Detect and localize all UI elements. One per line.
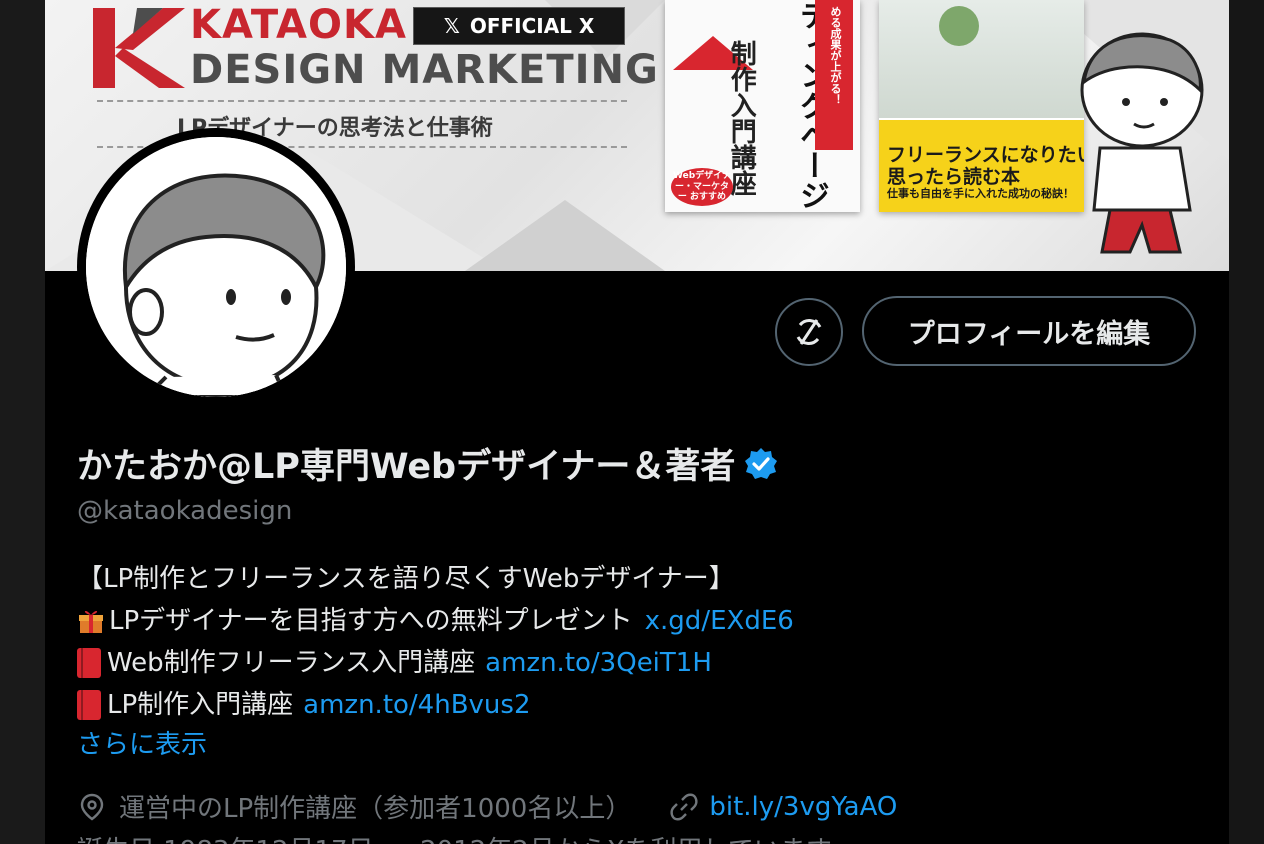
divider	[97, 100, 627, 102]
birthday-text: 誕生日 1983年12月17日	[77, 836, 374, 844]
bio-line: 【LP制作とフリーランスを語り尽くすWebデザイナー】	[77, 558, 794, 600]
joined-text: 2012年2月からXを利用しています	[420, 836, 832, 844]
location-pin-icon	[80, 793, 104, 820]
display-name: かたおか@LP専門Webデザイナー＆著者	[77, 447, 736, 487]
right-gutter	[1229, 0, 1264, 844]
book-cover-lp: 制作入門講座 ディングページ める成果が上がる！ Webデザイナー・マーケター …	[665, 0, 860, 212]
red-book-icon	[77, 690, 101, 720]
brand-title: KATAOKA	[190, 2, 407, 48]
bio-line: Web制作フリーランス入門講座 amzn.to/3QeiT1H	[77, 642, 794, 684]
kataoka-logo-icon	[93, 8, 185, 88]
official-x-badge: 𝕏 OFFICIAL X	[413, 7, 625, 45]
book-cover-freelance: フリーランスになりたい 思ったら読む本 仕事も自由を手に入れた成功の秘訣！	[879, 0, 1084, 212]
book-photo	[879, 0, 1084, 118]
bio-line: LP制作入門講座 amzn.to/4hBvus2	[77, 684, 794, 726]
profile-avatar[interactable]	[77, 128, 355, 406]
bio-line: LPデザイナーを目指す方への無料プレゼント x.gd/EXdE6	[77, 600, 794, 642]
avatar-face-icon	[86, 137, 346, 397]
plant-icon	[939, 6, 979, 46]
link-icon	[670, 793, 698, 820]
cancel-subscription-icon	[796, 319, 822, 345]
profile-page: KATAOKA 𝕏 OFFICIAL X DESIGN MARKETING LP…	[45, 0, 1229, 844]
avatar-image	[86, 137, 346, 397]
location-text: 運営中のLP制作講座（参加者1000名以上）	[119, 794, 632, 824]
gift-icon	[79, 610, 103, 633]
website-link[interactable]: bit.ly/3vgYaAO	[709, 792, 897, 822]
show-more-link[interactable]: さらに表示	[77, 724, 207, 761]
badge-label: OFFICIAL X	[469, 14, 595, 38]
bio-link-present[interactable]: x.gd/EXdE6	[645, 600, 794, 642]
bio-book1-text: Web制作フリーランス入門講座	[107, 648, 476, 678]
profile-meta-cutoff: 誕生日 1983年12月17日 2012年2月からXを利用しています	[77, 830, 832, 844]
screenshot-frame: KATAOKA 𝕏 OFFICIAL X DESIGN MARKETING LP…	[0, 0, 1264, 844]
subscription-button[interactable]	[775, 298, 843, 366]
bio-book2-text: LP制作入門講座	[107, 690, 294, 720]
brand-subtitle: DESIGN MARKETING	[190, 47, 659, 93]
edit-profile-button[interactable]: プロフィールを編集	[862, 296, 1196, 366]
bio-headline: 【LP制作とフリーランスを語り尽くすWebデザイナー】	[77, 564, 735, 594]
verified-badge-icon[interactable]	[743, 446, 779, 482]
left-gutter	[0, 0, 45, 844]
bio-gift-text: LPデザイナーを目指す方への無料プレゼント	[109, 606, 633, 636]
profile-bio: 【LP制作とフリーランスを語り尽くすWebデザイナー】 LPデザイナーを目指す方…	[77, 558, 794, 726]
user-handle: @kataokadesign	[77, 496, 293, 526]
profile-meta: 運営中のLP制作講座（参加者1000名以上） bit.ly/3vgYaAO	[77, 788, 897, 825]
display-name-row: かたおか@LP専門Webデザイナー＆著者	[77, 438, 779, 489]
book-strip: める成果が上がる！	[815, 0, 853, 150]
bio-link-book1[interactable]: amzn.to/3QeiT1H	[485, 642, 712, 684]
mascot-illustration-icon	[1080, 32, 1204, 254]
book-badge: Webデザイナー・マーケター おすすめ	[671, 168, 733, 206]
red-book-icon	[77, 648, 101, 678]
book2-line3: 仕事も自由を手に入れた成功の秘訣！	[887, 187, 1074, 200]
bio-link-book2[interactable]: amzn.to/4hBvus2	[303, 684, 530, 726]
x-logo-icon: 𝕏	[443, 14, 460, 38]
